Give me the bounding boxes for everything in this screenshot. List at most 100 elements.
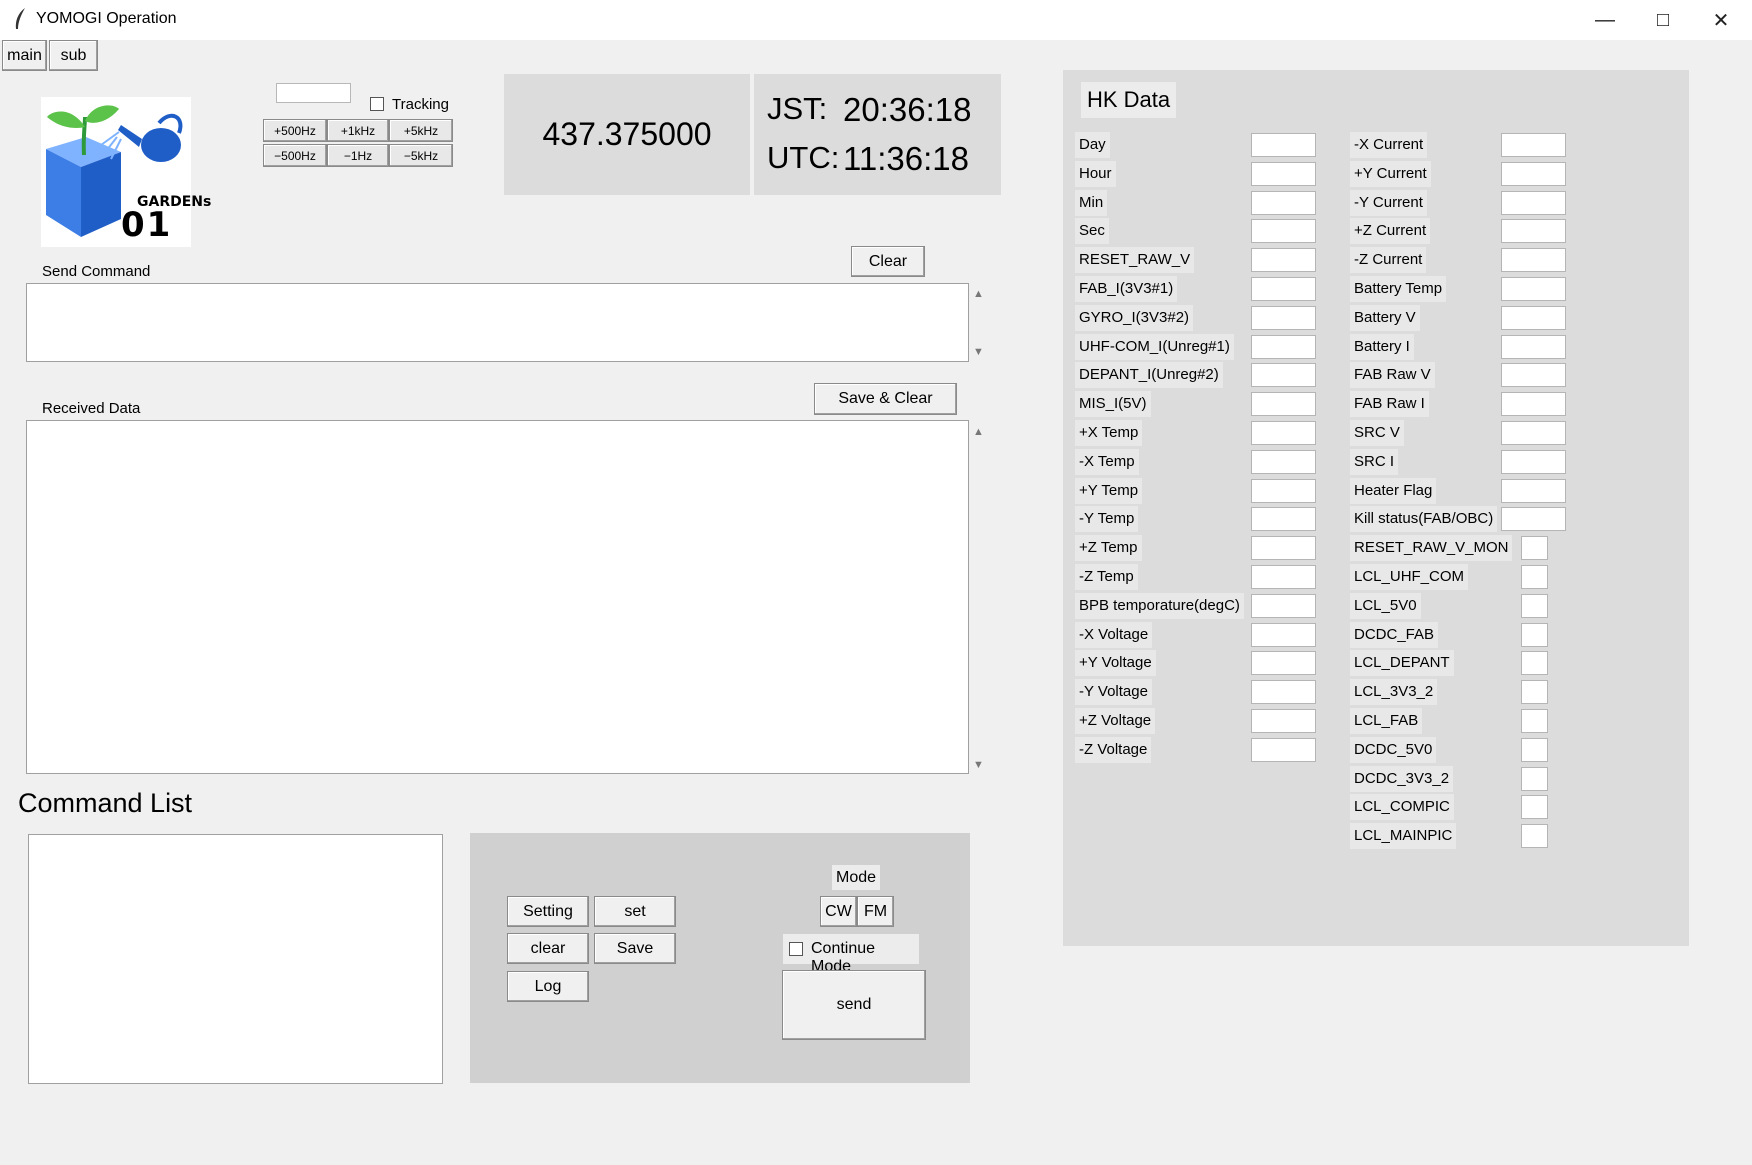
- hk-value-field[interactable]: [1501, 450, 1566, 474]
- hk-value-field[interactable]: [1251, 421, 1316, 445]
- hk-value-field[interactable]: [1521, 623, 1548, 647]
- hk-value-field[interactable]: [1521, 795, 1548, 819]
- hk-value-field[interactable]: [1521, 565, 1548, 589]
- hk-value-field[interactable]: [1521, 536, 1548, 560]
- logo-number: 01: [121, 205, 173, 245]
- hk-label: Day: [1075, 132, 1110, 158]
- clear-send-button[interactable]: Clear: [851, 246, 925, 277]
- command-listbox[interactable]: [28, 834, 443, 1084]
- hk-label: DCDC_FAB: [1350, 622, 1439, 648]
- hk-value-field[interactable]: [1251, 594, 1316, 618]
- hk-value-field[interactable]: [1251, 507, 1316, 531]
- received-data-textarea[interactable]: [26, 420, 969, 774]
- tab-main[interactable]: main: [2, 40, 47, 71]
- plus-500hz-button[interactable]: +500Hz: [263, 119, 327, 142]
- hk-value-field[interactable]: [1251, 623, 1316, 647]
- hk-value-field[interactable]: [1251, 651, 1316, 675]
- hk-label: -X Voltage: [1075, 622, 1153, 648]
- hk-value-field[interactable]: [1251, 219, 1316, 243]
- hk-value-field[interactable]: [1251, 191, 1316, 215]
- hk-value-field[interactable]: [1501, 306, 1566, 330]
- hk-value-field[interactable]: [1521, 680, 1548, 704]
- hk-label: FAB Raw V: [1350, 362, 1435, 388]
- hk-value-field[interactable]: [1501, 335, 1566, 359]
- hk-value-field[interactable]: [1501, 191, 1566, 215]
- gardens-logo: GARDENs 01: [41, 97, 211, 247]
- hk-label: GYRO_I(3V3#2): [1075, 305, 1194, 331]
- hk-value-field[interactable]: [1521, 824, 1548, 848]
- hk-value-field[interactable]: [1521, 767, 1548, 791]
- fm-button[interactable]: FM: [857, 896, 894, 927]
- hk-label: -Z Voltage: [1075, 737, 1152, 763]
- minimize-button[interactable]: —: [1576, 0, 1634, 40]
- hk-value-field[interactable]: [1501, 277, 1566, 301]
- hk-value-field[interactable]: [1251, 738, 1316, 762]
- hk-value-field[interactable]: [1501, 133, 1566, 157]
- maximize-icon: □: [1656, 8, 1670, 31]
- hk-label: SRC V: [1350, 420, 1404, 446]
- continue-mode-box: Continue Mode: [783, 934, 919, 975]
- minus-5khz-button[interactable]: −5kHz: [389, 144, 453, 167]
- hk-value-field[interactable]: [1251, 363, 1316, 387]
- setting-button[interactable]: Setting: [507, 896, 589, 927]
- tracking-checkbox[interactable]: [370, 97, 384, 111]
- scroll-up-icon[interactable]: ▲: [973, 426, 984, 438]
- hk-value-field[interactable]: [1251, 709, 1316, 733]
- tab-sub[interactable]: sub: [49, 40, 98, 71]
- hk-label: FAB_I(3V3#1): [1075, 276, 1178, 302]
- hk-label: -Z Current: [1350, 247, 1427, 273]
- hk-value-field[interactable]: [1501, 421, 1566, 445]
- hk-value-field[interactable]: [1501, 162, 1566, 186]
- hk-label: -X Temp: [1075, 449, 1139, 475]
- hk-value-field[interactable]: [1251, 536, 1316, 560]
- scroll-down-icon[interactable]: ▼: [973, 346, 984, 358]
- hk-value-field[interactable]: [1521, 651, 1548, 675]
- title-bar: YOMOGI Operation — □ ✕: [0, 0, 1752, 40]
- plus-1khz-button[interactable]: +1kHz: [327, 119, 389, 142]
- hk-label: RESET_RAW_V: [1075, 247, 1195, 273]
- tracking-label: Tracking: [392, 96, 449, 113]
- hk-value-field[interactable]: [1251, 450, 1316, 474]
- hk-value-field[interactable]: [1501, 507, 1566, 531]
- hk-label: +Z Voltage: [1075, 708, 1156, 734]
- send-command-textarea[interactable]: [26, 283, 969, 362]
- send-command-label: Send Command: [42, 263, 151, 280]
- hk-value-field[interactable]: [1501, 479, 1566, 503]
- hk-value-field[interactable]: [1251, 248, 1316, 272]
- hk-value-field[interactable]: [1501, 363, 1566, 387]
- hk-value-field[interactable]: [1501, 248, 1566, 272]
- hk-value-field[interactable]: [1501, 392, 1566, 416]
- hk-value-field[interactable]: [1521, 709, 1548, 733]
- send-button[interactable]: send: [782, 970, 926, 1040]
- jst-time: 20:36:18: [843, 91, 972, 128]
- hk-value-field[interactable]: [1251, 392, 1316, 416]
- hk-value-field[interactable]: [1251, 133, 1316, 157]
- continue-mode-checkbox[interactable]: [789, 942, 803, 956]
- log-button[interactable]: Log: [507, 971, 589, 1002]
- hk-value-field[interactable]: [1251, 277, 1316, 301]
- save-clear-button[interactable]: Save & Clear: [814, 383, 957, 415]
- plus-5khz-button[interactable]: +5kHz: [389, 119, 453, 142]
- hk-value-field[interactable]: [1521, 738, 1548, 762]
- close-button[interactable]: ✕: [1692, 0, 1750, 40]
- set-button[interactable]: set: [594, 896, 676, 927]
- hk-value-field[interactable]: [1251, 680, 1316, 704]
- minus-500hz-button[interactable]: −500Hz: [263, 144, 327, 167]
- frequency-input[interactable]: [276, 83, 351, 103]
- hk-value-field[interactable]: [1251, 162, 1316, 186]
- hk-value-field[interactable]: [1251, 565, 1316, 589]
- hk-value-field[interactable]: [1251, 479, 1316, 503]
- scroll-down-icon[interactable]: ▼: [973, 759, 984, 771]
- cw-button[interactable]: CW: [820, 896, 857, 927]
- hk-value-field[interactable]: [1501, 219, 1566, 243]
- scroll-up-icon[interactable]: ▲: [973, 288, 984, 300]
- hk-label: Min: [1075, 190, 1108, 216]
- hk-value-field[interactable]: [1251, 306, 1316, 330]
- maximize-button[interactable]: □: [1634, 0, 1692, 40]
- save-button[interactable]: Save: [594, 933, 676, 964]
- hk-value-field[interactable]: [1521, 594, 1548, 618]
- hk-label: Battery I: [1350, 334, 1414, 360]
- clear-button[interactable]: clear: [507, 933, 589, 964]
- hk-value-field[interactable]: [1251, 335, 1316, 359]
- minus-1hz-button[interactable]: −1Hz: [327, 144, 389, 167]
